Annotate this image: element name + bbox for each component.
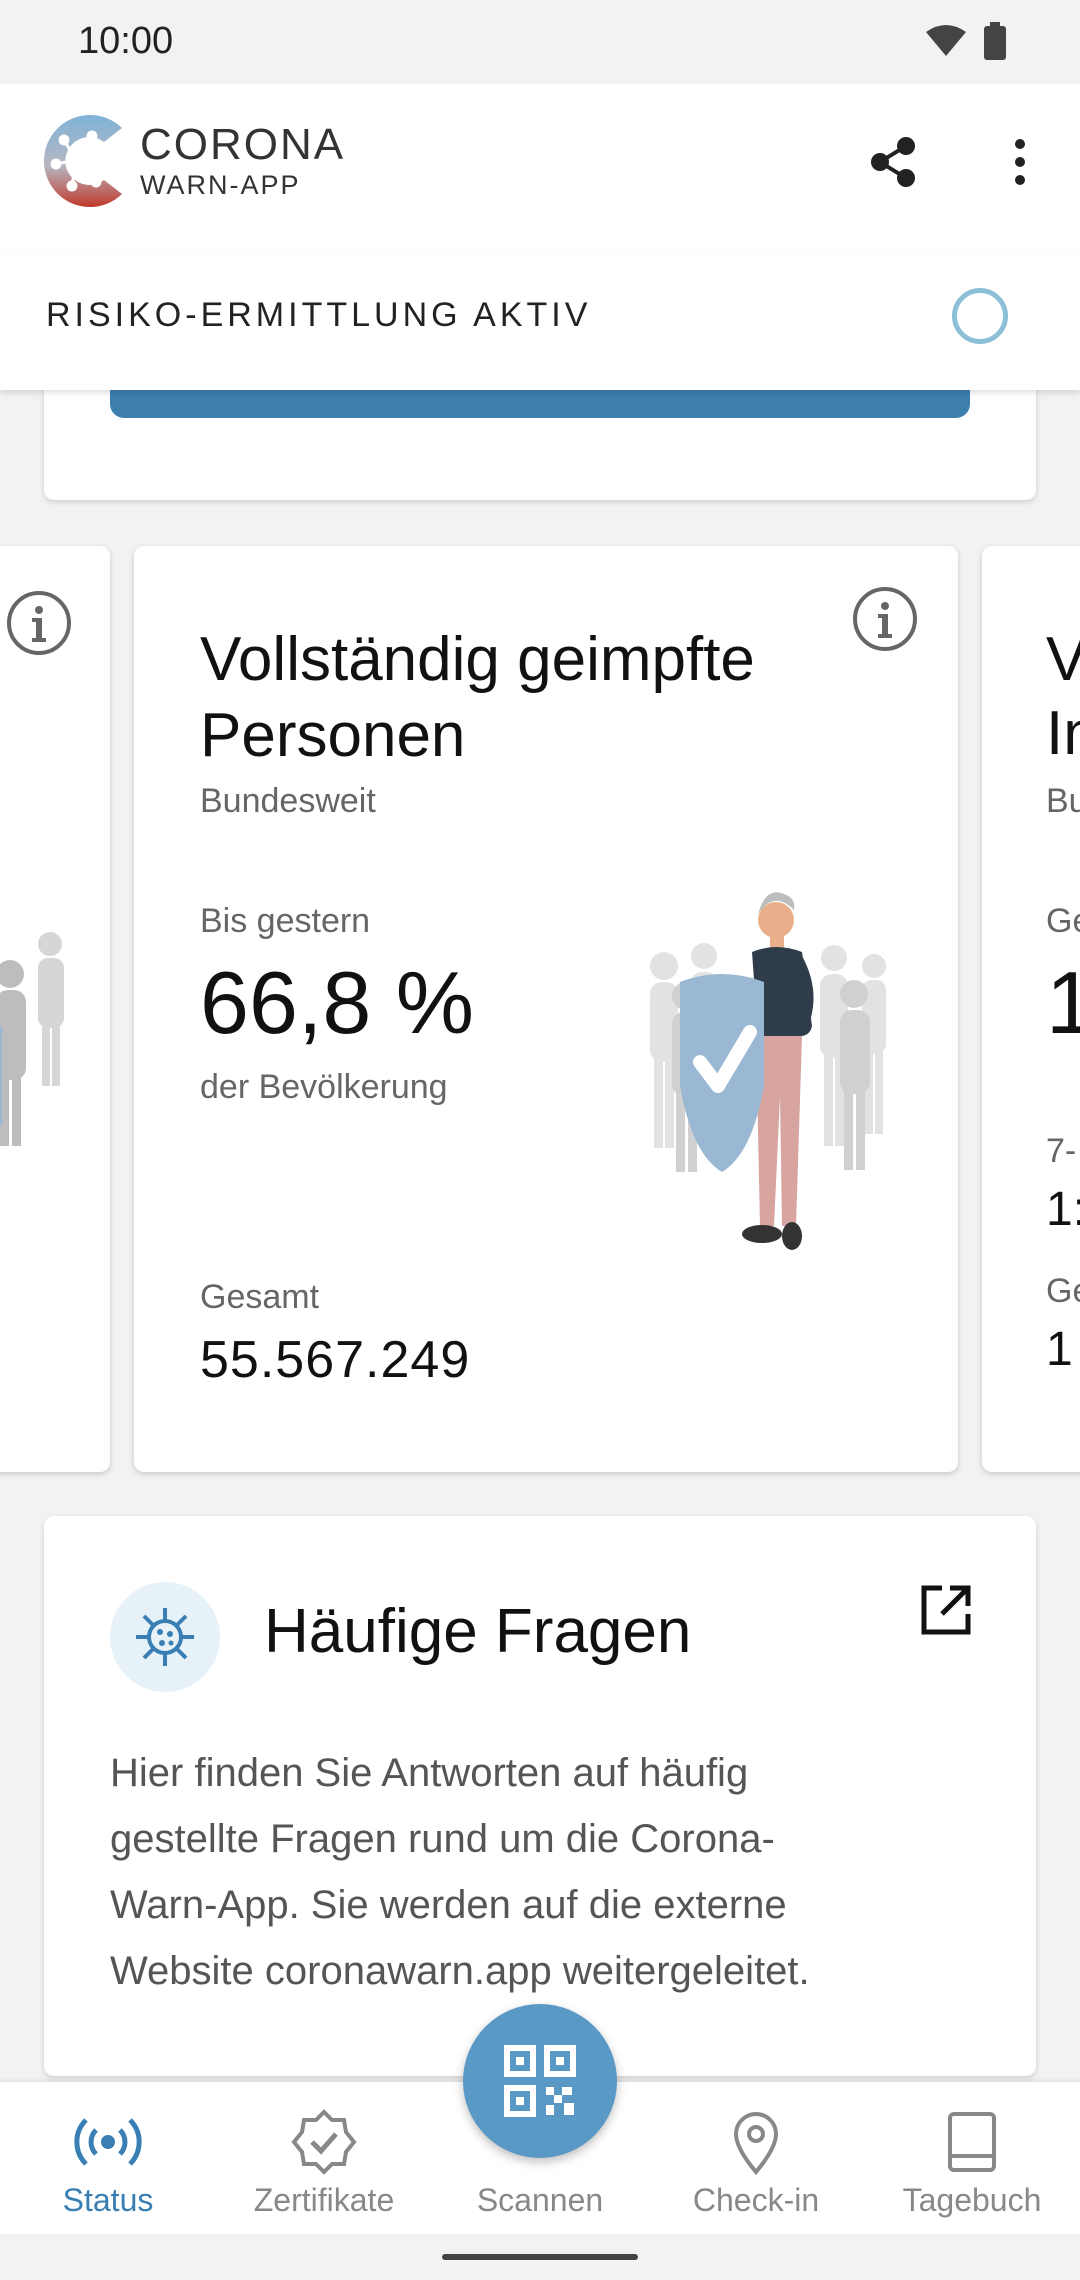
qr-code-icon [504, 2045, 576, 2117]
next-card-value-2: 1: [1046, 1183, 1080, 1236]
total-label: Gesamt [200, 1278, 320, 1316]
virus-icon [136, 1608, 194, 1666]
info-icon[interactable] [6, 590, 72, 656]
next-card-title-line2: In [1046, 699, 1080, 768]
status-time: 10:00 [78, 20, 174, 62]
faq-description: Hier finden Sie Antworten auf häufig ges… [110, 1751, 810, 1993]
info-icon[interactable] [852, 586, 918, 652]
status-icons [926, 22, 1006, 60]
gesture-navigation-bar [0, 2234, 1080, 2280]
risk-status-strip[interactable]: RISIKO-ERMITTLUNG AKTIV [0, 252, 1080, 390]
risk-status-label: RISIKO-ERMITTLUNG AKTIV [46, 296, 592, 334]
card-subtitle: Bundesweit [200, 782, 376, 820]
next-card-subtitle: Bu [1046, 782, 1080, 820]
vaccination-percentage: 66,8 % [200, 953, 474, 1052]
nav-item-tagebuch[interactable]: Tagebuch [864, 2082, 1080, 2234]
more-options-icon[interactable] [1000, 132, 1040, 192]
statistics-card-previous[interactable] [0, 546, 110, 1472]
diary-book-icon [948, 2112, 996, 2172]
logo-text-corona: CORONA [140, 120, 346, 169]
risk-progress-ring-icon [952, 288, 1008, 344]
total-value: 55.567.249 [200, 1331, 471, 1389]
value-caption: der Bevölkerung [200, 1068, 448, 1106]
next-card-title-line1: V [1046, 625, 1080, 694]
vaccination-statistics-card[interactable]: Vollständig geimpfte Personen Bundesweit… [134, 546, 958, 1472]
corona-warn-app-logo-icon [43, 115, 123, 207]
faq-card[interactable]: Häufige Fragen Hier finden Sie Antworten… [44, 1516, 1036, 2076]
nav-item-check-in[interactable]: Check-in [648, 2082, 864, 2234]
certificate-badge-icon [291, 2109, 357, 2175]
external-link-icon[interactable] [916, 1580, 976, 1640]
statistics-card-next[interactable]: V In Bu Ge 1 7- 1: Ge 1 [982, 546, 1080, 1472]
app-bar: CORONA WARN-APP [0, 84, 1080, 252]
system-status-bar: 10:00 [0, 0, 1080, 84]
share-icon[interactable] [866, 134, 922, 190]
home-gesture-handle[interactable] [442, 2254, 638, 2260]
wifi-icon [926, 25, 966, 56]
scan-qr-button[interactable] [463, 2004, 617, 2158]
nav-label-zertifikate: Zertifikate [253, 2182, 395, 2218]
nav-label-tagebuch: Tagebuch [902, 2182, 1042, 2218]
faq-icon-background [110, 1582, 220, 1692]
location-pin-icon [733, 2112, 779, 2176]
battery-icon [984, 22, 1006, 60]
faq-title: Häufige Fragen [264, 1597, 692, 1666]
status-broadcast-icon [74, 2118, 142, 2166]
next-card-label-3: Ge [1046, 1272, 1080, 1310]
next-card-label-2: 7- [1046, 1132, 1077, 1170]
nav-label-scannen: Scannen [476, 2182, 604, 2218]
next-card-value-3: 1 [1046, 1323, 1073, 1376]
vaccinated-person-shield-illustration [650, 892, 886, 1250]
crowd-illustration-icon [0, 932, 64, 1146]
nav-label-check-in: Check-in [692, 2182, 820, 2218]
next-card-value: 1 [1046, 953, 1080, 1052]
card-title: Vollständig geimpfte Personen [200, 625, 755, 770]
period-label: Bis gestern [200, 902, 371, 940]
next-card-label: Ge [1046, 902, 1080, 940]
nav-label-status: Status [62, 2182, 154, 2218]
nav-item-zertifikate[interactable]: Zertifikate [216, 2082, 432, 2234]
nav-item-status[interactable]: Status [0, 2082, 216, 2234]
logo-text-warn-app: WARN-APP [140, 170, 301, 200]
